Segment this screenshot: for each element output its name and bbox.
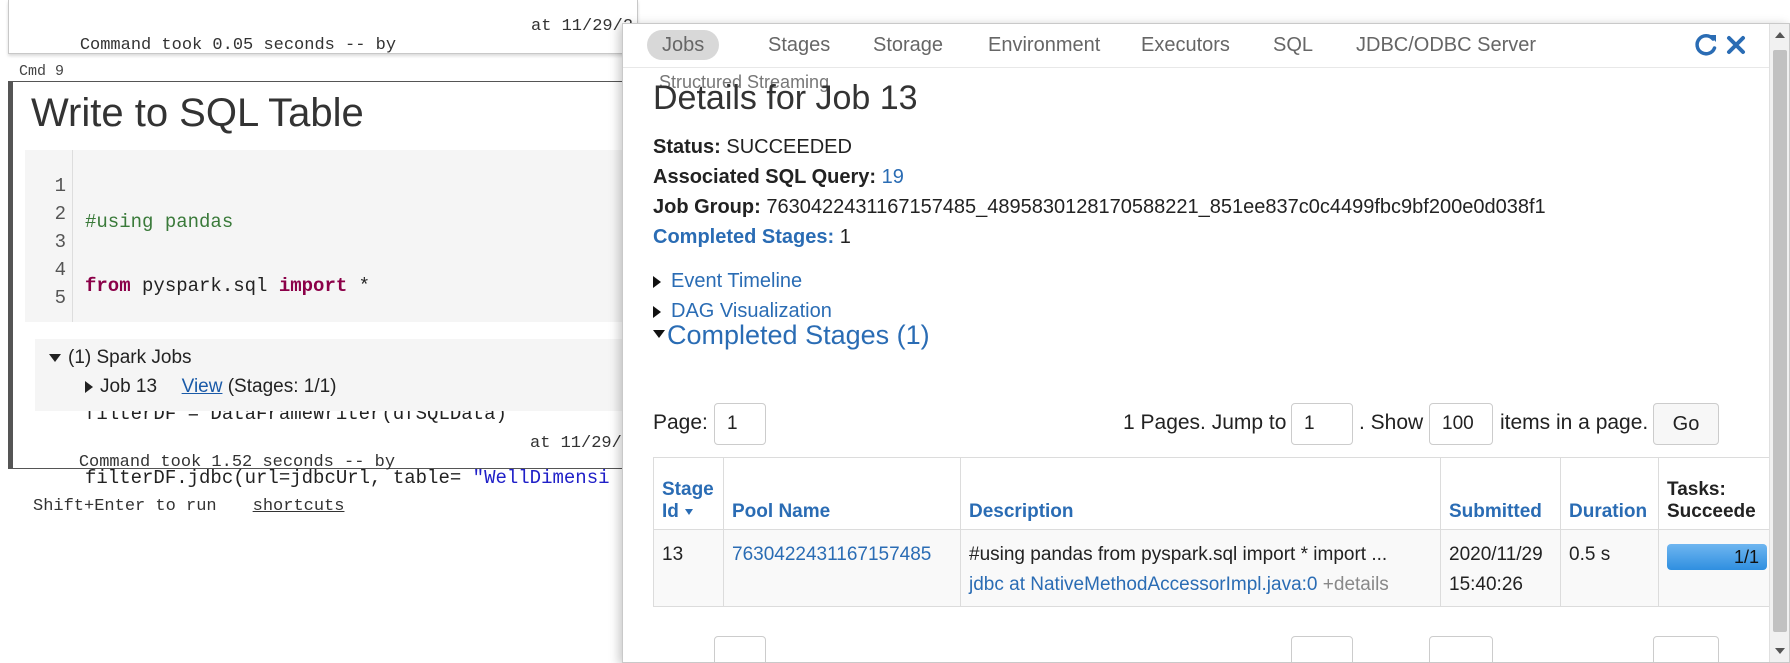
line-number: 1 bbox=[54, 175, 66, 197]
jump-to-input-bottom[interactable] bbox=[1291, 636, 1353, 662]
notebook-cell[interactable]: Write to SQL Table 1 2 3 4 5 #using pand… bbox=[8, 81, 643, 489]
details-toggle[interactable]: +details bbox=[1323, 574, 1389, 595]
job-stages-count: (Stages: 1/1) bbox=[227, 376, 337, 397]
tasks-progress-bar: 1/1 bbox=[1667, 544, 1767, 570]
code-editor[interactable]: 1 2 3 4 5 #using pandas from pyspark.sql… bbox=[25, 150, 643, 489]
job-status: Status: SUCCEEDED bbox=[653, 136, 852, 158]
shortcuts-link[interactable]: shortcuts bbox=[253, 497, 345, 516]
completed-stages-heading[interactable]: Completed Stages (1) bbox=[653, 320, 930, 351]
line-number: 2 bbox=[54, 203, 66, 225]
tab-stages[interactable]: Stages bbox=[768, 30, 830, 60]
items-label: items in a page. bbox=[1500, 411, 1649, 434]
job-view-link[interactable]: View bbox=[182, 376, 223, 397]
go-button-bottom[interactable] bbox=[1653, 636, 1719, 662]
pool-name-link[interactable]: 7630422431167157485 bbox=[723, 529, 961, 607]
page-label: Page: bbox=[653, 411, 708, 434]
command-timestamp: at 11/29/2 bbox=[530, 434, 633, 453]
page-size-input[interactable]: 100 bbox=[1429, 403, 1493, 445]
col-description[interactable]: Description bbox=[960, 457, 1441, 530]
scrollbar-thumb[interactable] bbox=[1773, 50, 1787, 632]
page-number-input-bottom[interactable] bbox=[714, 636, 766, 662]
code-line: from pyspark.sql import * bbox=[85, 275, 371, 297]
cell-title: Write to SQL Table bbox=[31, 91, 364, 135]
sort-desc-icon bbox=[684, 508, 693, 515]
cell-stage-id: 13 bbox=[653, 529, 724, 607]
code-line: #using pandas bbox=[85, 211, 234, 233]
spark-ui-tabbar: Jobs Stages Storage Environment Executor… bbox=[623, 24, 1771, 68]
caret-down-icon bbox=[49, 353, 61, 362]
cmd-label: Cmd 9 bbox=[19, 63, 65, 80]
refresh-icon[interactable] bbox=[1691, 30, 1721, 60]
scroll-down-icon[interactable] bbox=[1775, 648, 1785, 654]
tab-storage[interactable]: Storage bbox=[873, 30, 943, 60]
close-icon[interactable] bbox=[1721, 30, 1751, 60]
job-group: Job Group: 7630422431167157485_489583012… bbox=[653, 196, 1546, 218]
sql-query-link[interactable]: 19 bbox=[882, 166, 904, 188]
event-timeline-toggle[interactable]: Event Timeline bbox=[653, 270, 802, 293]
job-label: Job 13 bbox=[100, 376, 158, 397]
completed-stages-link[interactable]: Completed Stages: bbox=[653, 226, 834, 248]
go-button[interactable]: Go bbox=[1653, 403, 1719, 445]
previous-cell: Command took 0.05 seconds -- by at 11/29… bbox=[8, 0, 638, 55]
page-title: Details for Job 13 bbox=[653, 79, 918, 117]
stage-description-link[interactable]: jdbc at NativeMethodAccessorImpl.java:0 bbox=[969, 574, 1318, 595]
description-text: #using pandas from pyspark.sql import * … bbox=[969, 544, 1388, 565]
tab-environment[interactable]: Environment bbox=[988, 30, 1100, 60]
col-stage-id[interactable]: Stage Id bbox=[653, 457, 724, 530]
line-number: 4 bbox=[54, 259, 66, 281]
spark-jobs-panel: (1) Spark Jobs Job 13 View (Stages: 1/1) bbox=[35, 339, 643, 411]
col-pool-name[interactable]: Pool Name bbox=[723, 457, 961, 530]
popup-scrollbar[interactable] bbox=[1769, 24, 1789, 662]
jump-to-input[interactable]: 1 bbox=[1291, 403, 1353, 445]
tab-executors[interactable]: Executors bbox=[1141, 30, 1230, 60]
spark-ui-popup: Jobs Stages Storage Environment Executor… bbox=[622, 23, 1790, 663]
caret-down-icon bbox=[653, 330, 665, 338]
page-number-input[interactable]: 1 bbox=[714, 403, 766, 445]
pages-jump-label: 1 Pages. Jump to bbox=[1123, 411, 1287, 434]
tab-sql[interactable]: SQL bbox=[1273, 30, 1313, 60]
table-row: 13 7630422431167157485 #using pandas fro… bbox=[653, 529, 1776, 607]
cell-description: #using pandas from pyspark.sql import * … bbox=[960, 529, 1441, 607]
caret-right-icon[interactable] bbox=[85, 380, 93, 393]
col-duration[interactable]: Duration bbox=[1560, 457, 1659, 530]
cell-submitted: 2020/11/29 15:40:26 bbox=[1440, 529, 1561, 607]
tab-jdbc-odbc-server[interactable]: JDBC/ODBC Server bbox=[1356, 30, 1536, 60]
caret-right-icon bbox=[653, 305, 661, 318]
col-submitted[interactable]: Submitted bbox=[1440, 457, 1561, 530]
completed-stages-summary: Completed Stages: 1 bbox=[653, 226, 851, 248]
job-row: Job 13 View (Stages: 1/1) bbox=[85, 376, 337, 398]
associated-sql-query: Associated SQL Query: 19 bbox=[653, 166, 904, 188]
col-tasks: Tasks: Succeede bbox=[1658, 457, 1776, 530]
command-timestamp: at 11/29/2 bbox=[531, 17, 634, 36]
table-header-row: Stage Id Pool Name Description Submitted … bbox=[653, 457, 1776, 530]
line-number: 5 bbox=[54, 287, 66, 309]
tab-jobs[interactable]: Jobs bbox=[647, 30, 720, 60]
spark-jobs-toggle[interactable]: (1) Spark Jobs bbox=[49, 347, 192, 369]
line-number: 3 bbox=[54, 231, 66, 253]
page-size-input-bottom[interactable] bbox=[1429, 636, 1493, 662]
run-hint: Shift+Enter to run shortcuts bbox=[33, 497, 345, 516]
completed-stages-table: Stage Id Pool Name Description Submitted … bbox=[653, 457, 1776, 607]
caret-right-icon bbox=[653, 275, 661, 288]
cell-tasks: 1/1 bbox=[1658, 529, 1776, 607]
cell-duration: 0.5 s bbox=[1560, 529, 1659, 607]
show-label: . Show bbox=[1359, 411, 1424, 434]
line-number-gutter: 1 2 3 4 5 bbox=[25, 150, 73, 322]
scroll-up-icon[interactable] bbox=[1775, 32, 1785, 38]
